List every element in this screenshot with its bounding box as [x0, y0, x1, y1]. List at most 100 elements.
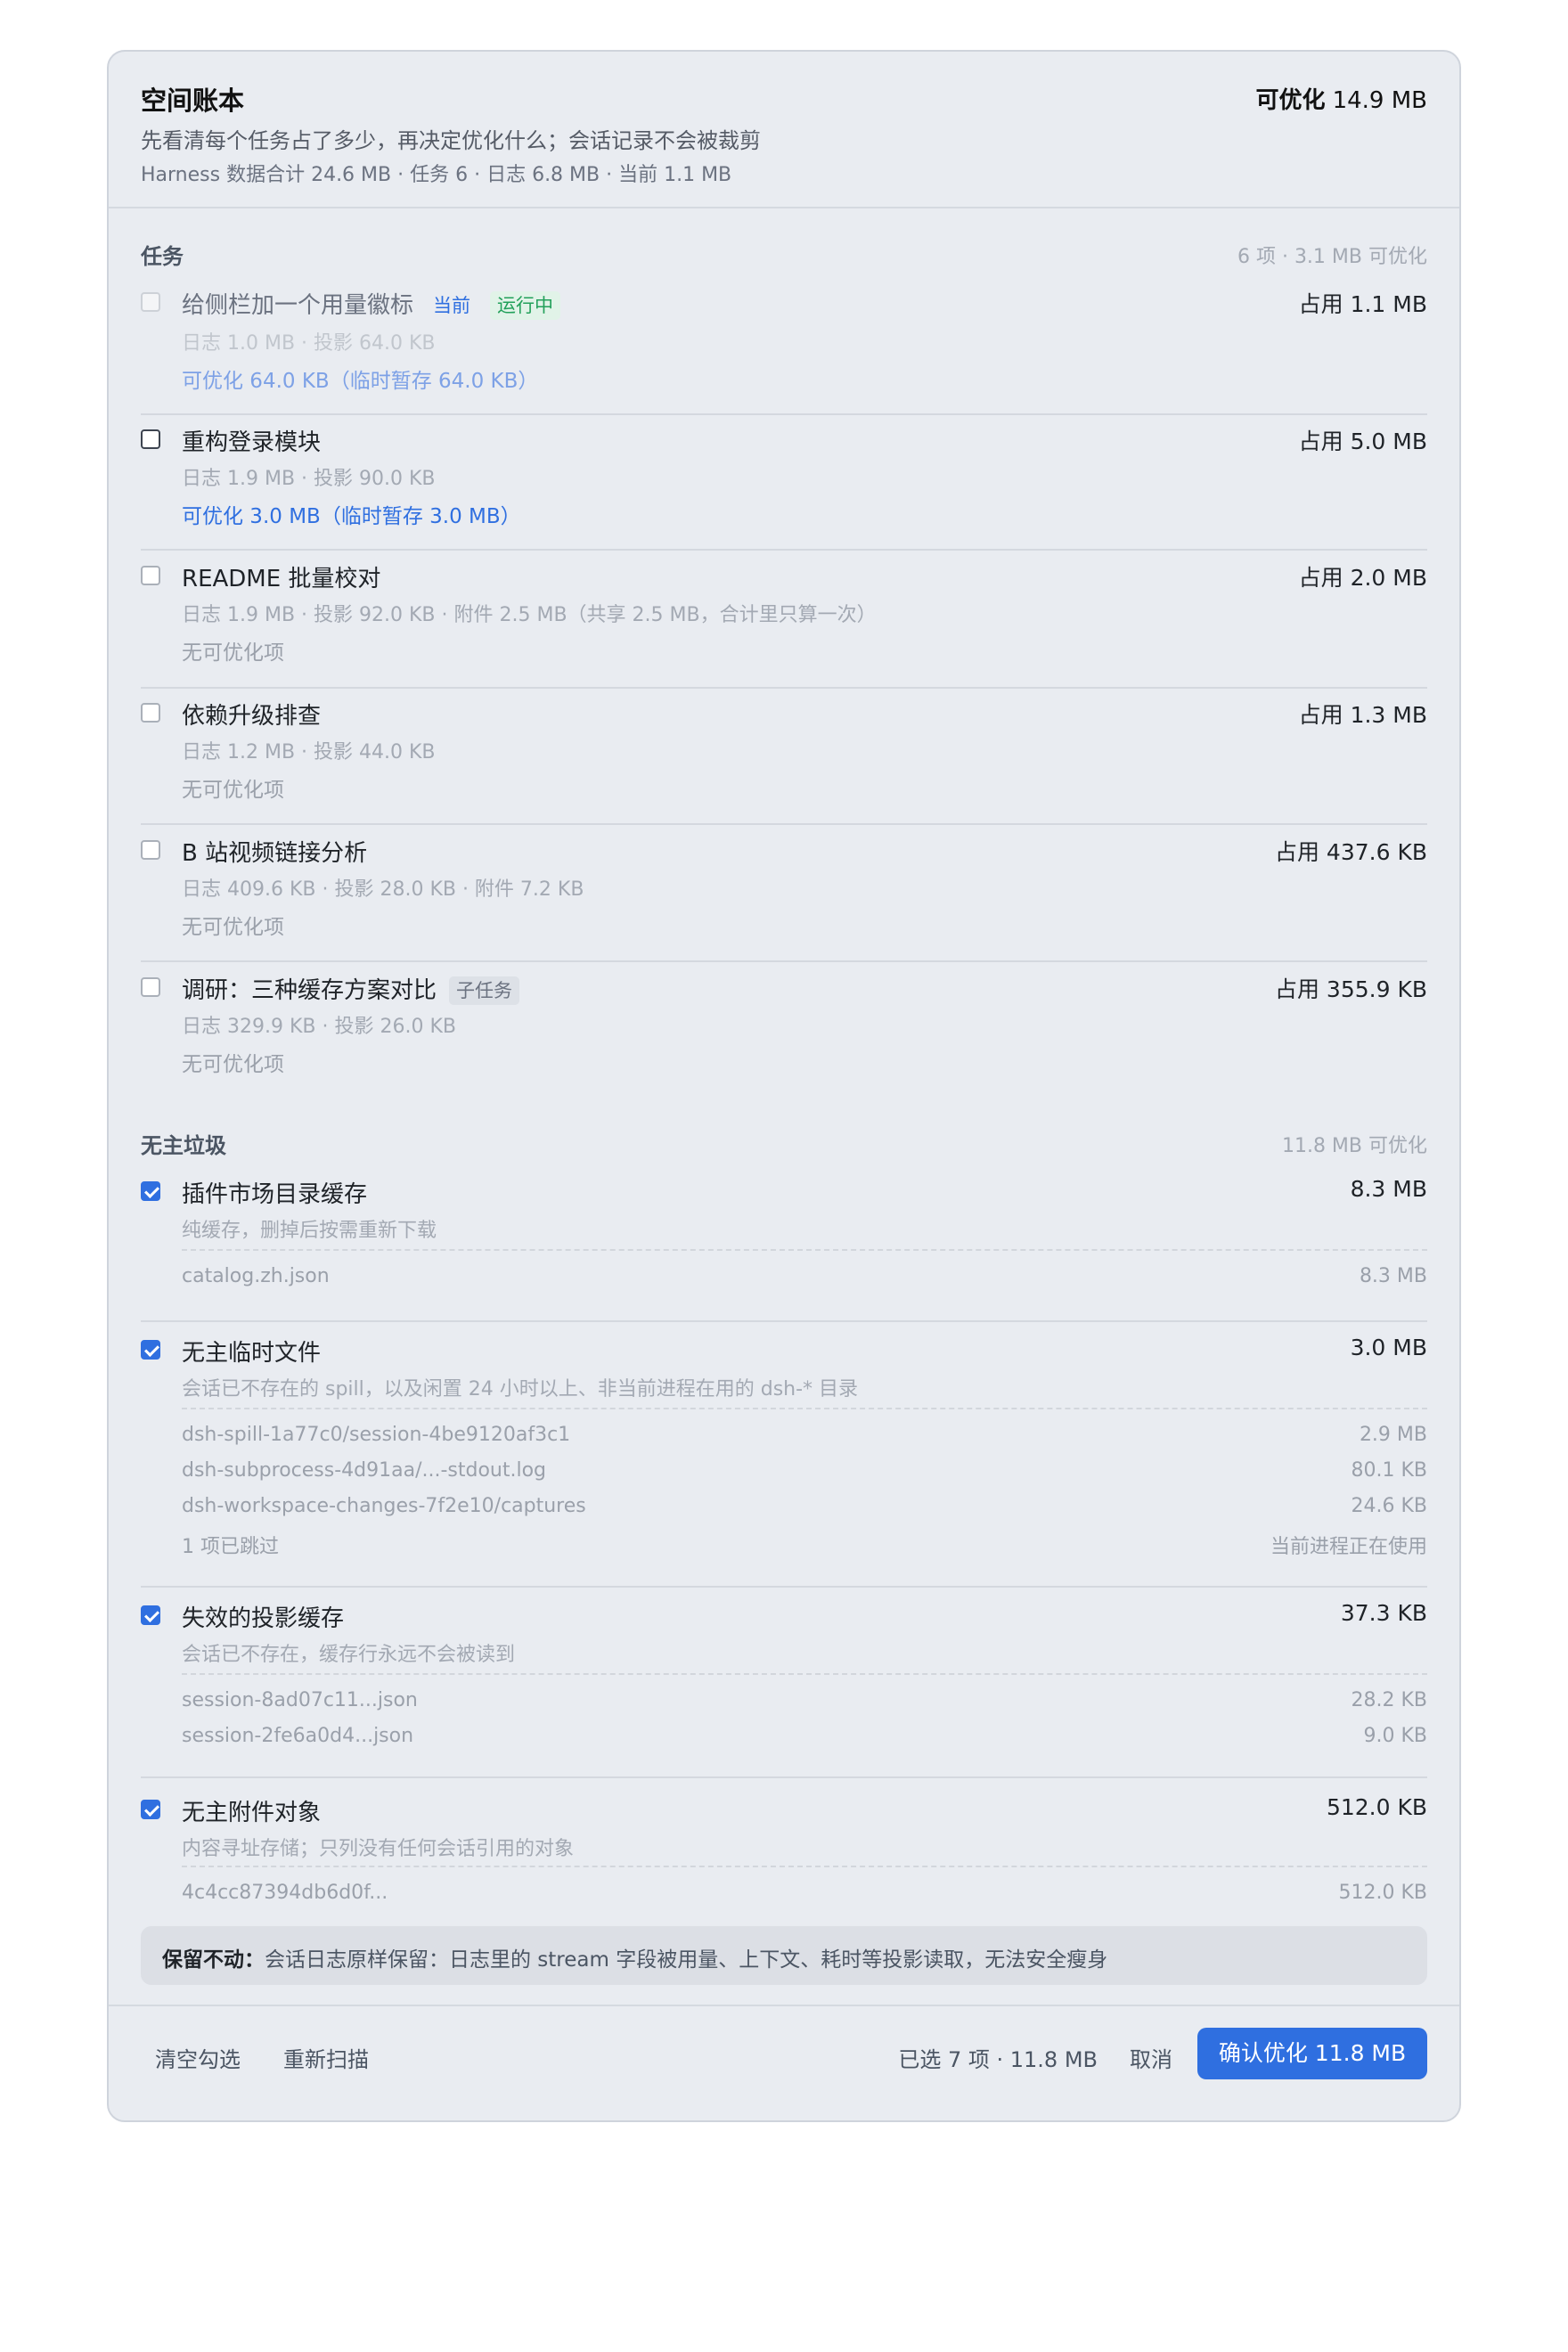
task-optimize: 无可优化项 — [182, 779, 284, 802]
dialog-header: 空间账本 可优化 14.9 MB 先看清每个任务占了多少，再决定优化什么；会话记录… — [109, 52, 1459, 208]
selected-summary: 已选 7 项 · 11.8 MB — [898, 2047, 1098, 2072]
group-desc: 会话已不存在的 spill，以及闲置 24 小时以上、非当前进程在用的 dsh-… — [182, 1378, 859, 1401]
group-desc: 会话已不存在，缓存行永远不会被读到 — [182, 1644, 516, 1666]
task-row: README 批量校对 占用 2.0 MB 日志 1.9 MB · 投影 92.… — [141, 560, 1427, 703]
task-size: 占用 437.6 KB — [1274, 839, 1427, 865]
row-divider — [141, 823, 1427, 825]
dashed-divider — [182, 1249, 1427, 1251]
task-optimize: 无可优化项 — [182, 1053, 284, 1076]
orphan-group[interactable]: 无主附件对象 512.0 KB 内容寻址存储；只列没有任何会话引用的对象 4c4… — [141, 1794, 1427, 1919]
file-size: 8.3 MB — [1359, 1265, 1427, 1287]
file-size: 28.2 KB — [1351, 1689, 1428, 1711]
row-divider — [141, 1776, 1427, 1778]
group-desc: 内容寻址存储；只列没有任何会话引用的对象 — [182, 1838, 575, 1860]
orphans-section-note: 11.8 MB 可优化 — [1281, 1135, 1427, 1157]
optimizable-label: 可优化 — [1255, 87, 1326, 114]
file-size: 9.0 KB — [1363, 1725, 1428, 1747]
keep-notice-text: 会话日志原样保留：日志里的 stream 字段被用量、上下文、耗时等投影读取，无… — [265, 1948, 1108, 1972]
group-name: 无主临时文件 — [182, 1340, 322, 1367]
tasks-section-title: 任务 — [141, 244, 184, 269]
row-divider — [141, 1320, 1427, 1322]
task-name: README 批量校对 — [182, 566, 381, 592]
task-detail: 日志 1.9 MB · 投影 92.0 KB · 附件 2.5 MB（共享 2.… — [182, 604, 877, 626]
orphans-section-title: 无主垃圾 — [141, 1133, 226, 1158]
task-checkbox[interactable] — [141, 703, 160, 723]
task-row[interactable]: 重构登录模块 占用 5.0 MB 日志 1.9 MB · 投影 90.0 KB … — [141, 424, 1427, 567]
file-name: session-8ad07c11...json — [182, 1689, 418, 1711]
task-detail: 日志 409.6 KB · 投影 28.0 KB · 附件 7.2 KB — [182, 878, 584, 901]
task-checkbox[interactable] — [141, 977, 160, 997]
group-name: 失效的投影缓存 — [182, 1605, 345, 1632]
file-name: session-2fe6a0d4...json — [182, 1725, 414, 1747]
file-size: 24.6 KB — [1351, 1495, 1428, 1517]
row-divider — [141, 687, 1427, 689]
row-divider — [141, 549, 1427, 551]
group-size: 3.0 MB — [1350, 1335, 1427, 1360]
dashed-divider — [182, 1673, 1427, 1675]
skipped-count: 1 项已跳过 — [182, 1536, 279, 1558]
clear-selection-button[interactable]: 清空勾选 — [155, 2042, 241, 2073]
group-name: 无主附件对象 — [182, 1800, 322, 1826]
cancel-button[interactable]: 取消 — [1130, 2042, 1172, 2073]
tasks-section-header: 任务 6 项 · 3.1 MB 可优化 — [141, 239, 1427, 269]
group-checkbox[interactable] — [141, 1340, 160, 1360]
orphan-group[interactable]: 失效的投影缓存 37.3 KB 会话已不存在，缓存行永远不会被读到 sessio… — [141, 1600, 1427, 1796]
task-row: 依赖升级排查 占用 1.3 MB 日志 1.2 MB · 投影 44.0 KB … — [141, 698, 1427, 840]
rescan-button[interactable]: 重新扫描 — [283, 2042, 369, 2073]
optimizable-value: 14.9 MB — [1332, 87, 1427, 114]
row-divider — [141, 1586, 1427, 1588]
task-detail: 日志 329.9 KB · 投影 26.0 KB — [182, 1016, 456, 1038]
task-name: 重构登录模块 — [182, 429, 322, 456]
task-checkbox[interactable] — [141, 566, 160, 585]
file-name: dsh-spill-1a77c0/session-4be9120af3c1 — [182, 1424, 571, 1446]
task-checkbox[interactable] — [141, 429, 160, 449]
task-checkbox[interactable] — [141, 840, 160, 860]
confirm-optimize-button[interactable]: 确认优化 11.8 MB — [1197, 2028, 1427, 2079]
task-detail: 日志 1.0 MB · 投影 64.0 KB — [182, 332, 436, 355]
group-name: 插件市场目录缓存 — [182, 1181, 368, 1208]
file-name: dsh-workspace-changes-7f2e10/captures — [182, 1495, 586, 1517]
orphan-group[interactable]: 无主临时文件 3.0 MB 会话已不存在的 spill，以及闲置 24 小时以上… — [141, 1335, 1427, 1602]
file-name: 4c4cc87394db6d0f... — [182, 1882, 388, 1904]
current-badge: 当前 — [433, 295, 471, 316]
task-size: 占用 1.1 MB — [1298, 291, 1427, 317]
row-divider — [141, 413, 1427, 415]
data-summary: Harness 数据合计 24.6 MB · 任务 6 · 日志 6.8 MB … — [141, 164, 732, 186]
orphan-group[interactable]: 插件市场目录缓存 8.3 MB 纯缓存，删掉后按需重新下载 catalog.zh… — [141, 1176, 1427, 1336]
task-optimize: 可优化 64.0 KB（临时暂存 64.0 KB） — [182, 370, 539, 393]
group-desc: 纯缓存，删掉后按需重新下载 — [182, 1220, 437, 1242]
dashed-divider — [182, 1866, 1427, 1867]
group-checkbox[interactable] — [141, 1800, 160, 1819]
orphans-section-header: 无主垃圾 11.8 MB 可优化 — [141, 1128, 1427, 1158]
skipped-reason: 当前进程正在使用 — [1270, 1536, 1427, 1558]
keep-notice: 保留不动：会话日志原样保留：日志里的 stream 字段被用量、上下文、耗时等投… — [141, 1926, 1427, 1985]
file-size: 512.0 KB — [1338, 1882, 1428, 1904]
optimizable-total: 可优化 14.9 MB — [1256, 82, 1427, 115]
task-size: 占用 355.9 KB — [1274, 976, 1427, 1002]
task-size: 占用 5.0 MB — [1298, 429, 1427, 454]
group-size: 8.3 MB — [1350, 1176, 1427, 1202]
task-detail: 日志 1.9 MB · 投影 90.0 KB — [182, 468, 436, 490]
dashed-divider — [182, 1408, 1427, 1409]
file-size: 2.9 MB — [1359, 1424, 1427, 1446]
group-checkbox[interactable] — [141, 1605, 160, 1625]
task-name: 依赖升级排查 — [182, 703, 322, 730]
dialog-footer: 清空勾选 重新扫描 已选 7 项 · 11.8 MB 取消 确认优化 11.8 … — [109, 2005, 1459, 2120]
space-ledger-dialog: 空间账本 可优化 14.9 MB 先看清每个任务占了多少，再决定优化什么；会话记录… — [107, 50, 1461, 2122]
running-badge: 运行中 — [490, 291, 561, 320]
group-checkbox[interactable] — [141, 1181, 160, 1201]
dialog-subtitle: 先看清每个任务占了多少，再决定优化什么；会话记录不会被裁剪 — [141, 128, 761, 153]
tasks-section-note: 6 项 · 3.1 MB 可优化 — [1237, 246, 1427, 268]
task-name: B 站视频链接分析 — [182, 840, 368, 867]
task-size: 占用 1.3 MB — [1298, 702, 1427, 728]
file-name: catalog.zh.json — [182, 1265, 330, 1287]
task-optimize: 无可优化项 — [182, 641, 284, 665]
task-optimize: 可优化 3.0 MB（临时暂存 3.0 MB） — [182, 505, 521, 528]
task-optimize: 无可优化项 — [182, 916, 284, 939]
keep-notice-label: 保留不动： — [162, 1948, 265, 1972]
file-name: dsh-subprocess-4d91aa/...-stdout.log — [182, 1459, 547, 1482]
task-checkbox[interactable] — [141, 292, 160, 312]
task-detail: 日志 1.2 MB · 投影 44.0 KB — [182, 741, 436, 764]
task-name: 调研：三种缓存方案对比 子任务 — [182, 972, 520, 1005]
group-size: 512.0 KB — [1326, 1794, 1427, 1820]
